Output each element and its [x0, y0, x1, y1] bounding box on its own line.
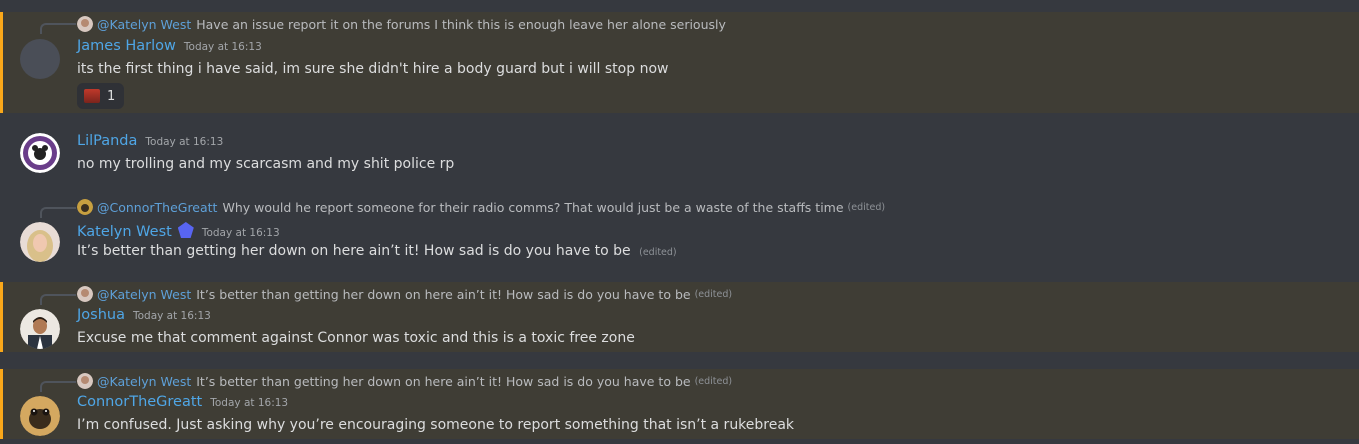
message-text: It’s better than getting her down on her…: [77, 243, 631, 259]
reply-username[interactable]: @Katelyn West: [97, 374, 191, 389]
message-james-harlow[interactable]: @Katelyn West Have an issue report it on…: [0, 12, 1359, 113]
reply-username[interactable]: @ConnorTheGreatt: [97, 200, 217, 215]
avatar[interactable]: [20, 396, 60, 436]
message-lilpanda[interactable]: LilPanda Today at 16:13 no my trolling a…: [0, 123, 1359, 183]
reply-connector: [40, 294, 76, 305]
reply-username[interactable]: @Katelyn West: [97, 287, 191, 302]
edited-label: (edited): [847, 201, 886, 213]
message-content: It’s better than getting her down on her…: [77, 243, 677, 259]
reply-connector: [40, 23, 76, 34]
author-name[interactable]: LilPanda: [77, 133, 137, 149]
avatar[interactable]: [20, 39, 60, 79]
reaction-count: 1: [107, 88, 116, 104]
author-name[interactable]: James Harlow: [77, 38, 176, 54]
timestamp: Today at 16:13: [201, 227, 280, 239]
timestamp: Today at 16:13: [210, 397, 289, 409]
katelyn-avatar-icon: [77, 373, 93, 389]
reply-text: It’s better than getting her down on her…: [196, 286, 691, 302]
message-content: its the first thing i have said, im sure…: [77, 61, 669, 77]
message-katelyn-west[interactable]: @ConnorTheGreatt Why would he report som…: [0, 195, 1359, 273]
katelyn-avatar-icon: [77, 16, 93, 32]
author-name[interactable]: Joshua: [77, 307, 125, 323]
timestamp: Today at 16:13: [145, 136, 224, 148]
message-content: Excuse me that comment against Connor wa…: [77, 330, 635, 346]
reaction-button[interactable]: 1: [77, 83, 125, 109]
panda-avatar-icon: [20, 133, 60, 173]
connor-avatar-icon: [77, 199, 93, 215]
reply-preview[interactable]: @ConnorTheGreatt Why would he report som…: [77, 198, 885, 216]
chat-message-list: @Katelyn West Have an issue report it on…: [0, 0, 1359, 444]
message-content: I’m confused. Just asking why you’re enc…: [77, 417, 795, 433]
joshua-avatar-icon: [20, 309, 60, 349]
katelyn-avatar-icon: [77, 286, 93, 302]
katelyn-avatar-icon: [20, 222, 60, 262]
avatar[interactable]: [20, 133, 60, 173]
message-content: no my trolling and my scarcasm and my sh…: [77, 156, 455, 172]
reply-preview[interactable]: @Katelyn West Have an issue report it on…: [77, 15, 726, 33]
edited-label: (edited): [694, 288, 733, 300]
reply-preview[interactable]: @Katelyn West It’s better than getting h…: [77, 372, 732, 390]
reply-text: Have an issue report it on the forums I …: [196, 16, 726, 32]
timestamp: Today at 16:13: [183, 41, 262, 53]
reply-text: It’s better than getting her down on her…: [196, 373, 691, 389]
role-badge-icon: [177, 222, 194, 238]
reply-text: Why would he report someone for their ra…: [222, 199, 844, 215]
reply-preview[interactable]: @Katelyn West It’s better than getting h…: [77, 285, 732, 303]
edited-label: (edited): [639, 247, 677, 258]
message-connorthegreatt[interactable]: @Katelyn West It’s better than getting h…: [0, 369, 1359, 439]
avatar[interactable]: [20, 309, 60, 349]
message-joshua[interactable]: @Katelyn West It’s better than getting h…: [0, 282, 1359, 352]
reply-connector: [40, 381, 76, 392]
author-name[interactable]: ConnorTheGreatt: [77, 394, 202, 410]
pug-avatar-icon: [20, 396, 60, 436]
edited-label: (edited): [694, 375, 733, 387]
timestamp: Today at 16:13: [132, 310, 211, 322]
reply-connector: [40, 207, 76, 218]
avatar[interactable]: [20, 222, 60, 262]
reply-username[interactable]: @Katelyn West: [97, 17, 191, 32]
author-name[interactable]: Katelyn West: [77, 224, 172, 240]
emoji-reaction-icon: [84, 89, 100, 103]
